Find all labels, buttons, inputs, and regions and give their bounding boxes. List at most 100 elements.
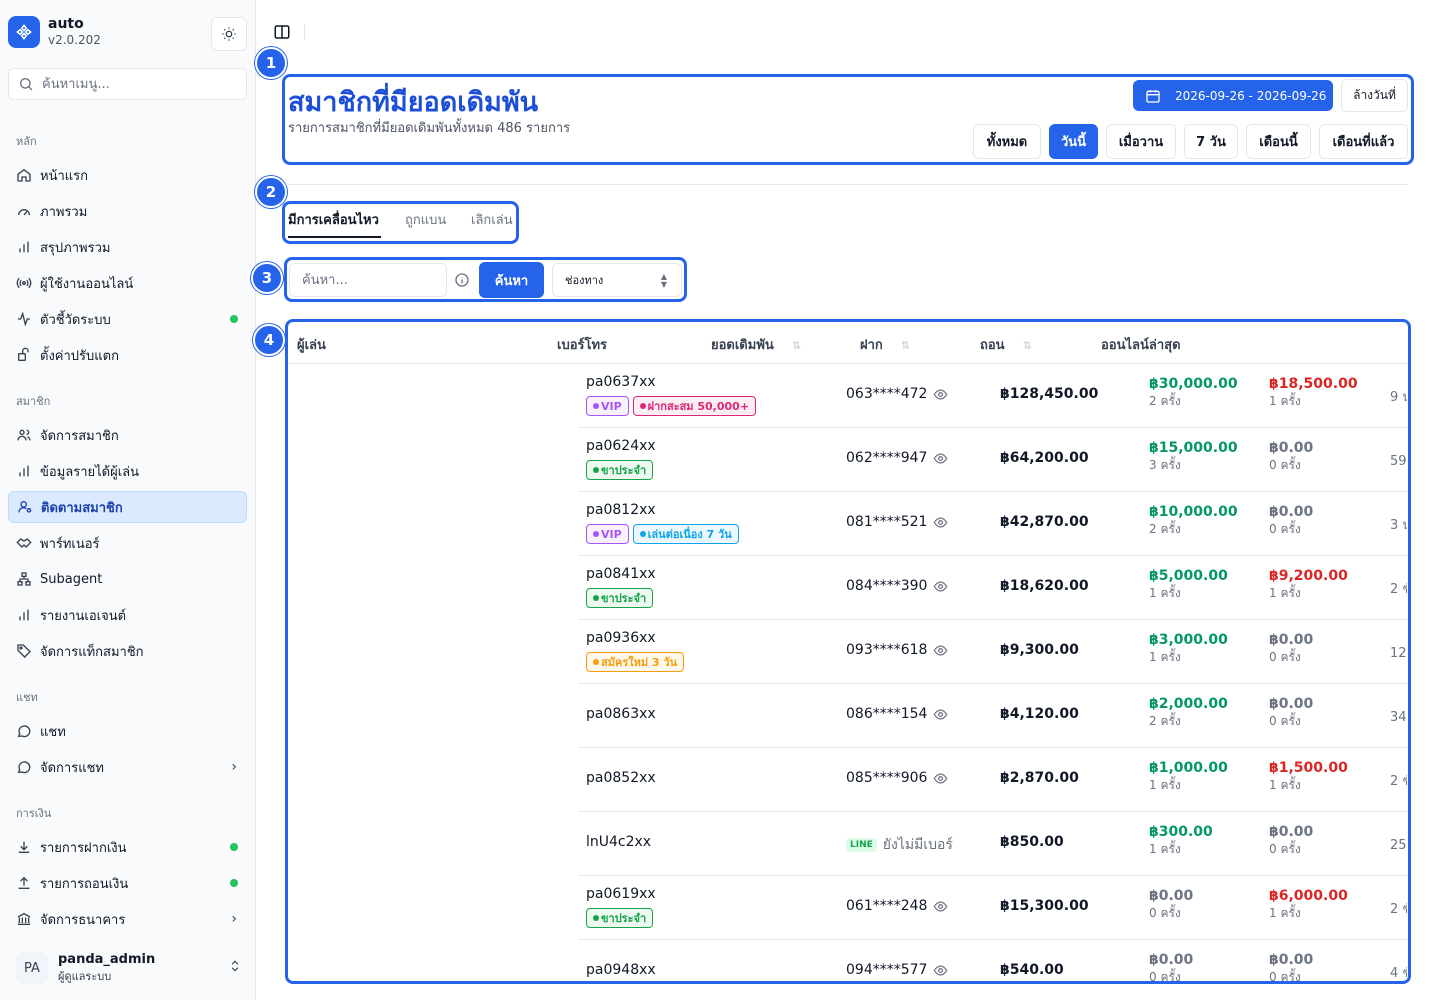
eye-icon[interactable] <box>933 771 948 786</box>
search-button[interactable]: ค้นหา <box>479 262 544 298</box>
sidebar-item-chat[interactable]: แชท <box>8 715 247 747</box>
last-online: 34 นาทีที่ผ่านมา <box>1390 710 1407 725</box>
deposit-amount: ฿0.00 <box>1149 952 1194 968</box>
tag-list: VIP เล่นต่อเนื่อง 7 วัน <box>586 524 739 544</box>
deposit-cell: ฿15,000.00 3 ครั้ง <box>1149 440 1238 475</box>
sidebar-item-banks[interactable]: จัดการธนาคาร › <box>8 903 247 935</box>
deposit-count: 1 ครั้ง <box>1149 842 1181 856</box>
bank-icon <box>16 911 32 927</box>
date-range-value: 2026-09-26 - 2026-09-26 <box>1175 88 1327 103</box>
deposit-amount: ฿30,000.00 <box>1149 376 1238 392</box>
member-tag: VIP <box>586 396 629 416</box>
range-this-month-button[interactable]: เดือนนี้ <box>1246 124 1311 159</box>
balance-cell: ฿15,300.00 <box>1000 898 1089 914</box>
range-last-month-button[interactable]: เดือนที่แล้ว <box>1319 124 1408 159</box>
sidebar-item-partner[interactable]: พาร์ทเนอร์ <box>8 527 247 559</box>
player-name[interactable]: lnU4c2xx <box>586 834 651 850</box>
menu-search[interactable] <box>8 68 247 100</box>
phone-cell: LINE ยังไม่มีเบอร์ <box>846 834 953 856</box>
clear-date-button[interactable]: ล้างวันที่ <box>1341 79 1408 112</box>
brand[interactable]: auto v2.0.202 <box>8 16 101 48</box>
eye-icon[interactable] <box>933 515 948 530</box>
sidebar-item-system-metrics[interactable]: ตัวชี้วัดระบบ <box>8 303 247 335</box>
sidebar-item-overview[interactable]: ภาพรวม <box>8 195 247 227</box>
range-today-button[interactable]: วันนี้ <box>1049 124 1098 159</box>
column-header-phone: เบอร์โทร <box>557 338 608 353</box>
sidebar-item-withdrawals[interactable]: รายการถอนเงิน <box>8 867 247 899</box>
channel-select[interactable]: ช่องทาง ▲ ▼ <box>552 263 682 297</box>
player-name[interactable]: pa0812xx <box>586 502 656 518</box>
sidebar-item-label: รายการถอนเงิน <box>40 876 129 892</box>
player-name[interactable]: pa0948xx <box>586 962 656 978</box>
balance-cell: ฿64,200.00 <box>1000 450 1089 466</box>
phone-cell: 081****521 <box>846 514 948 530</box>
range-7days-button[interactable]: 7 วัน <box>1184 124 1238 159</box>
sidebar-item-track-members[interactable]: ติดตามสมาชิก <box>8 491 247 523</box>
column-header-deposit[interactable]: ฝาก ⇅ <box>860 334 910 355</box>
date-range-picker[interactable]: 2026-09-26 - 2026-09-26 <box>1133 80 1333 111</box>
sidebar-item-home[interactable]: หน้าแรก <box>8 159 247 191</box>
sort-icon: ⇅ <box>1022 339 1032 352</box>
sidebar-item-manage-chat[interactable]: จัดการแชท › <box>8 751 247 783</box>
eye-icon[interactable] <box>933 707 948 722</box>
sidebar-item-manage-members[interactable]: จัดการสมาชิก <box>8 419 247 451</box>
player-name[interactable]: pa0637xx <box>586 374 656 390</box>
column-header-withdraw[interactable]: ถอน ⇅ <box>980 334 1032 355</box>
player-name[interactable]: pa0619xx <box>586 886 656 902</box>
sidebar-item-summary[interactable]: สรุปภาพรวม <box>8 231 247 263</box>
eye-icon[interactable] <box>933 643 948 658</box>
member-tag: สมัครใหม่ 3 วัน <box>586 652 685 672</box>
player-name[interactable]: pa0936xx <box>586 630 656 646</box>
eye-icon[interactable] <box>933 579 948 594</box>
search-input[interactable] <box>289 263 447 297</box>
tab-quit[interactable]: เลิกเล่น <box>471 209 513 230</box>
balance-cell: ฿128,450.00 <box>1000 386 1099 402</box>
eye-icon[interactable] <box>933 451 948 466</box>
theme-toggle-button[interactable] <box>211 17 247 51</box>
info-icon[interactable] <box>454 272 470 288</box>
withdraw-amount: ฿0.00 <box>1269 504 1314 520</box>
user-menu[interactable]: PA panda_admin ผู้ดูแลระบบ <box>16 946 248 990</box>
range-yesterday-button[interactable]: เมื่อวาน <box>1106 124 1176 159</box>
tab-active[interactable]: มีการเคลื่อนไหว <box>288 209 379 230</box>
tab-banned[interactable]: ถูกแบน <box>405 209 446 230</box>
column-header-balance[interactable]: ยอดเดิมพัน ⇅ <box>711 334 801 355</box>
sidebar-item-settings[interactable]: ตั้งค่าปรับแตก <box>8 339 247 371</box>
table-row: pa0863xx 086****154 ฿4,120.00 ฿2,000.00 2 คร… <box>578 684 1407 748</box>
sidebar-item-deposits[interactable]: รายการฝากเงิน <box>8 831 247 863</box>
sidebar-toggle-button[interactable] <box>270 20 294 44</box>
sidebar-item-player-income[interactable]: ข้อมูลรายได้ผู้เล่น <box>8 455 247 487</box>
deposit-count: 1 ครั้ง <box>1149 778 1181 792</box>
sidebar-item-member-tags[interactable]: จัดการแท็กสมาชิก <box>8 635 247 667</box>
sun-icon <box>222 27 236 41</box>
player-name[interactable]: pa0841xx <box>586 566 656 582</box>
bar-chart-icon <box>16 463 32 479</box>
sidebar-item-subagent[interactable]: Subagent <box>8 563 247 595</box>
tag-dot <box>593 531 599 537</box>
player-name[interactable]: pa0863xx <box>586 706 656 722</box>
download-icon <box>16 839 32 855</box>
player-name[interactable]: pa0624xx <box>586 438 656 454</box>
eye-icon[interactable] <box>933 963 948 978</box>
tag-list: ขาประจำ <box>586 908 654 928</box>
table-row: pa0936xx สมัครใหม่ 3 วัน 093****618 ฿9,300.… <box>578 620 1407 684</box>
eye-icon[interactable] <box>933 387 948 402</box>
deposit-cell: ฿0.00 0 ครั้ง <box>1149 888 1193 923</box>
deposit-amount: ฿2,000.00 <box>1149 696 1228 712</box>
tag-list: ขาประจำ <box>586 460 654 480</box>
menu-search-input[interactable] <box>42 76 232 92</box>
player-name[interactable]: pa0852xx <box>586 770 656 786</box>
member-tag: ขาประจำ <box>586 588 654 608</box>
sidebar-item-online-users[interactable]: ผู้ใช้งานออนไลน์ <box>8 267 247 299</box>
sidebar-item-label: ตัวชี้วัดระบบ <box>40 312 111 328</box>
eye-icon[interactable] <box>933 899 948 914</box>
annotation-marker-1: 1 <box>255 47 287 79</box>
balance-cell: ฿4,120.00 <box>1000 706 1079 722</box>
sidebar-item-label: แชท <box>40 724 66 740</box>
tag-dot <box>593 467 599 473</box>
chevron-right-icon: › <box>231 759 237 775</box>
sidebar-item-agent-report[interactable]: รายงานเอเจนต์ <box>8 599 247 631</box>
tag-list: VIP ฝากสะสม 50,000+ <box>586 396 757 416</box>
range-all-button[interactable]: ทั้งหมด <box>973 124 1041 159</box>
chevron-right-icon: › <box>231 911 237 927</box>
